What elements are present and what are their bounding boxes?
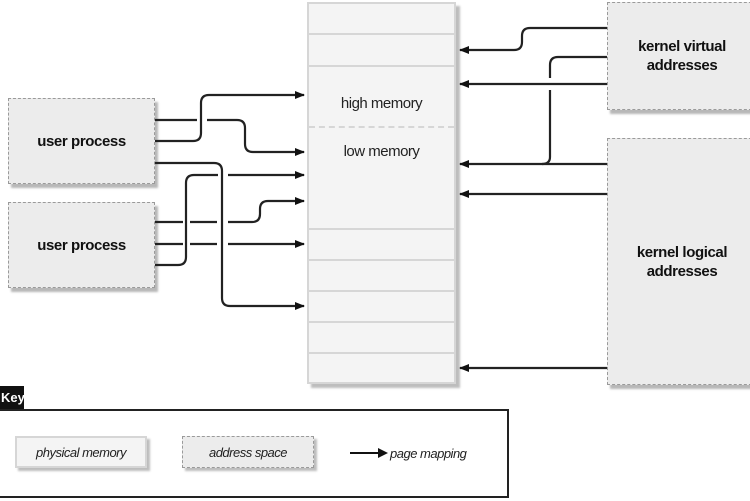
key-page-mapping-label: page mapping [390, 445, 467, 461]
arrow-right-icon [350, 448, 388, 458]
mapping-arrow [155, 161, 305, 310]
mapping-arrow [541, 90, 552, 166]
key-address-space: address space [182, 436, 314, 468]
mapping-arrow [155, 91, 305, 143]
key-page-mapping: page mapping [348, 440, 467, 466]
key-title: Key [0, 386, 25, 410]
mapping-arrow [207, 118, 305, 156]
mapping-arrow [155, 173, 218, 267]
key-physical-memory: physical memory [15, 436, 147, 468]
mapping-arrow [548, 55, 607, 78]
mapping-arrow [459, 26, 607, 54]
mapping-arrow [228, 197, 305, 224]
